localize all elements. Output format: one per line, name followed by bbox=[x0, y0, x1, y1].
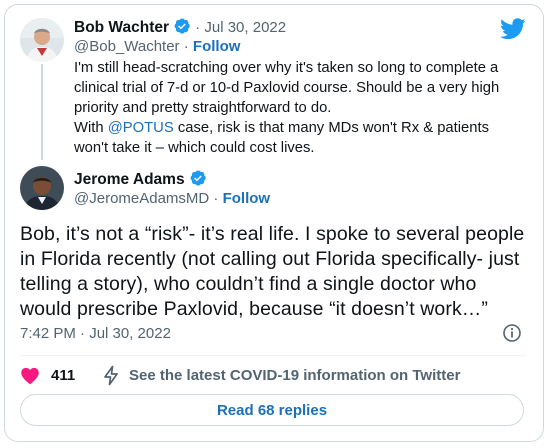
quoted-text-line: I'm still head-scratching over why it's … bbox=[74, 60, 499, 76]
author-handle[interactable]: @JeromeAdamsMD bbox=[74, 190, 209, 207]
quoted-text-line: clinical trial of 7-d or 10-d Paxlovid c… bbox=[74, 80, 500, 96]
quoted-date[interactable]: Jul 30, 2022 bbox=[204, 19, 286, 36]
lightning-bolt-icon bbox=[101, 365, 121, 386]
tweet-timestamp[interactable]: 7:42 PM · Jul 30, 2022 bbox=[20, 325, 171, 342]
twitter-bird-icon[interactable] bbox=[500, 18, 526, 40]
heart-icon[interactable] bbox=[20, 366, 40, 385]
tweet-text-line: would prescribe Paxlovid, because “it do… bbox=[20, 298, 488, 320]
quoted-author-name[interactable]: Bob Wachter bbox=[74, 19, 169, 36]
verified-badge-icon bbox=[189, 169, 207, 192]
bob-wachter-avatar[interactable] bbox=[20, 18, 64, 62]
quoted-tweet-text: I'm still head-scratching over why it's … bbox=[74, 58, 540, 158]
tweet-text-line: telling a story), who couldn’t find a si… bbox=[20, 273, 477, 295]
tweet-text: Bob, it’s not a “risk”- it’s real life. … bbox=[20, 222, 535, 322]
quoted-text-fragment: With bbox=[74, 120, 108, 136]
potus-mention-link[interactable]: @POTUS bbox=[108, 120, 174, 136]
follow-quoted-button[interactable]: Follow bbox=[193, 38, 241, 55]
quoted-text-fragment: case, risk is that many MDs won't Rx & p… bbox=[173, 120, 490, 136]
divider bbox=[20, 355, 526, 356]
tweet-text-line: in Florida recently (not calling out Flo… bbox=[20, 248, 520, 270]
quoted-author-handle[interactable]: @Bob_Wachter bbox=[74, 38, 180, 55]
jerome-adams-avatar[interactable] bbox=[20, 166, 64, 210]
quoted-text-line: priority and pretty straightforward to d… bbox=[74, 100, 332, 116]
thread-connector-line bbox=[41, 64, 43, 160]
like-count[interactable]: 411 bbox=[51, 367, 75, 384]
read-replies-button[interactable]: Read 68 replies bbox=[20, 394, 524, 426]
covid-info-link[interactable]: See the latest COVID-19 information on T… bbox=[129, 367, 460, 384]
follow-author-button[interactable]: Follow bbox=[223, 190, 271, 207]
verified-badge-icon bbox=[173, 17, 191, 40]
info-icon[interactable] bbox=[502, 323, 522, 343]
quoted-text-line: won't take it – which could cost lives. bbox=[74, 140, 315, 156]
tweet-text-line: Bob, it’s not a “risk”- it’s real life. … bbox=[20, 223, 525, 245]
author-name[interactable]: Jerome Adams bbox=[74, 171, 185, 188]
